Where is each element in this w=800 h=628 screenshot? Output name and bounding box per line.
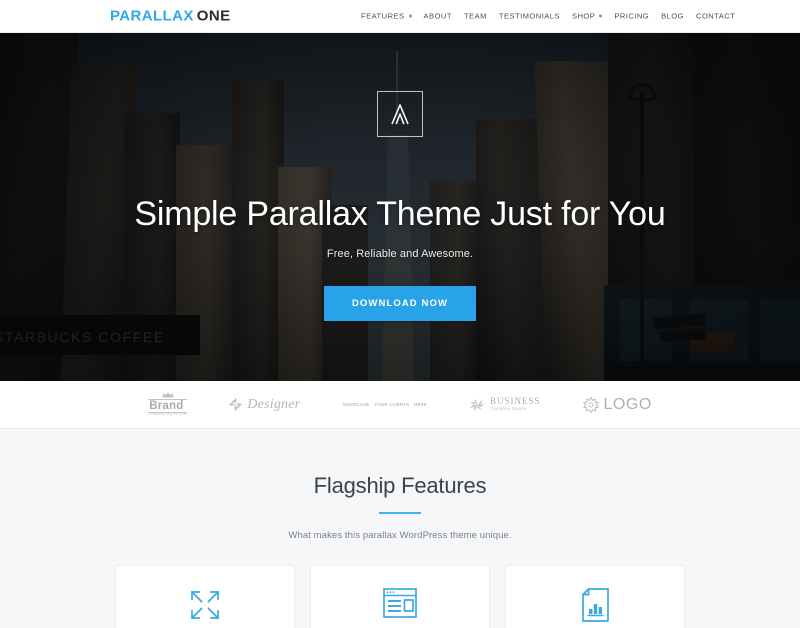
- section-title: Flagship Features: [313, 473, 487, 498]
- site-logo[interactable]: PARALLAX ONE: [110, 8, 230, 25]
- client-tagline: Company tagline here: [148, 412, 188, 417]
- parallax-mark-icon: [377, 91, 423, 137]
- hero-subtitle: Free, Reliable and Awesome.: [326, 248, 474, 260]
- hero-section: STARBUCKS COFFEE Simple Parallax Theme J…: [0, 33, 800, 381]
- nav-label: TEAM: [463, 11, 487, 21]
- feature-card-2[interactable]: [310, 565, 490, 628]
- nav-label: ABOUT: [423, 11, 452, 21]
- expand-arrows-icon: [188, 588, 222, 622]
- chevron-down-icon: [599, 14, 603, 18]
- browser-layout-icon: [383, 588, 417, 618]
- page-root: PARALLAX ONE FEATURES ABOUT TEAM TESTIMON…: [0, 0, 800, 628]
- main-navigation: FEATURES ABOUT TEAM TESTIMONIALS SHOP PR…: [355, 12, 741, 21]
- leaf-icon: [469, 398, 485, 412]
- logo-primary: PARALLAX: [110, 7, 194, 25]
- nav-item-contact[interactable]: CONTACT: [690, 12, 741, 21]
- nav-item-blog[interactable]: BLOG: [655, 12, 690, 21]
- logo-secondary: ONE: [196, 7, 231, 25]
- client-logo-brand[interactable]: Brand Company tagline here: [148, 392, 188, 417]
- nav-item-about[interactable]: ABOUT: [418, 12, 458, 21]
- nav-label: BLOG: [661, 11, 685, 21]
- nav-item-team[interactable]: TEAM: [458, 12, 493, 21]
- client-logo-generic[interactable]: LOGO: [582, 395, 652, 414]
- nav-label: SHOP: [571, 11, 596, 21]
- nav-item-shop[interactable]: SHOP: [566, 12, 608, 21]
- nav-label: CONTACT: [696, 11, 736, 21]
- features-header: Flagship Features What makes this parall…: [0, 429, 800, 541]
- feature-card-1[interactable]: [115, 565, 295, 628]
- client-name: LOGO: [603, 395, 652, 413]
- client-logo-showcase[interactable]: SHOWCASE YOUR CLIENTS HERE: [342, 402, 427, 407]
- client-text: Brand Company tagline here: [148, 392, 188, 417]
- client-tagline: Company Slogan: [490, 405, 527, 411]
- showcase-line-3: HERE: [414, 401, 428, 407]
- section-subtitle: What makes this parallax WordPress theme…: [288, 530, 512, 541]
- flagship-features-section: Flagship Features What makes this parall…: [0, 429, 800, 628]
- nav-label: FEATURES: [361, 11, 405, 21]
- download-now-button[interactable]: DOWNLOAD NOW: [323, 286, 477, 321]
- hero-content: Simple Parallax Theme Just for You Free,…: [0, 33, 800, 381]
- client-logos-strip: Brand Company tagline here Designer SHOW…: [0, 381, 800, 429]
- nav-item-features[interactable]: FEATURES: [355, 12, 418, 21]
- feature-card-3[interactable]: [505, 565, 685, 628]
- nav-label: TESTIMONIALS: [498, 11, 560, 21]
- feature-cards: [0, 565, 800, 628]
- nav-label: PRICING: [614, 11, 650, 21]
- crown-icon: [148, 392, 187, 398]
- client-text: BUSINESS Company Slogan: [490, 397, 541, 411]
- showcase-line-1: SHOWCASE: [342, 401, 370, 407]
- flower-star-icon: [229, 398, 243, 411]
- hero-title: Simple Parallax Theme Just for You: [134, 195, 666, 233]
- nav-item-pricing[interactable]: PRICING: [608, 12, 655, 21]
- document-chart-icon: [581, 588, 609, 622]
- site-header: PARALLAX ONE FEATURES ABOUT TEAM TESTIMON…: [0, 0, 800, 33]
- client-name: Designer: [247, 396, 301, 412]
- client-name: Brand: [148, 399, 188, 414]
- client-logo-designer[interactable]: Designer: [229, 397, 300, 413]
- starburst-icon: [582, 396, 599, 413]
- title-underline: [379, 512, 421, 514]
- chevron-down-icon: [408, 14, 412, 18]
- client-logo-business[interactable]: BUSINESS Company Slogan: [469, 397, 541, 411]
- showcase-line-2: YOUR CLIENTS: [374, 401, 410, 407]
- nav-item-testimonials[interactable]: TESTIMONIALS: [493, 12, 566, 21]
